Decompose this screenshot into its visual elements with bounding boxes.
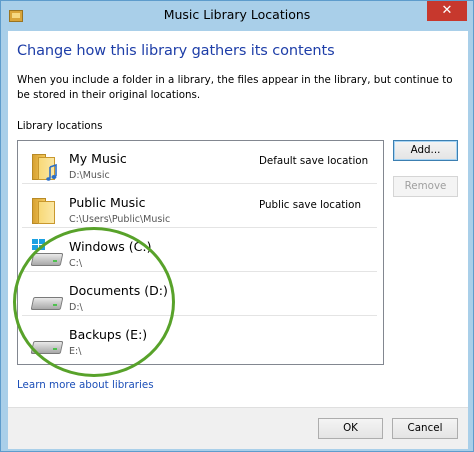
location-name: Public Music	[69, 195, 146, 210]
location-path: C:\Users\Public\Music	[69, 214, 171, 225]
title-bar[interactable]: Music Library Locations ✕	[1, 1, 473, 31]
library-locations-label: Library locations	[17, 120, 103, 132]
window-title: Music Library Locations	[163, 7, 311, 22]
close-button[interactable]: ✕	[427, 1, 467, 21]
dialog-content: Change how this library gathers its cont…	[8, 31, 468, 407]
list-item-backups-e[interactable]: Backups (E:) E:\	[18, 317, 383, 360]
location-path: E:\	[69, 346, 82, 357]
list-item-my-music[interactable]: My Music D:\Music Default save location	[18, 141, 383, 184]
dialog-footer: OK Cancel	[8, 407, 468, 449]
list-item-documents-d[interactable]: Documents (D:) D:\	[18, 273, 383, 316]
location-name: My Music	[69, 151, 127, 166]
location-name: Backups (E:)	[69, 327, 148, 342]
location-name: Documents (D:)	[69, 283, 168, 298]
dialog-heading: Change how this library gathers its cont…	[17, 43, 335, 59]
row-divider	[22, 227, 377, 228]
dialog-window: Music Library Locations ✕ Change how thi…	[0, 0, 474, 452]
location-path: C:\	[69, 258, 83, 269]
cancel-button[interactable]: Cancel	[392, 418, 458, 439]
list-item-windows-c[interactable]: Windows (C:) C:\	[18, 229, 383, 272]
location-save-note: Public save location	[259, 199, 361, 211]
music-folder-icon	[32, 154, 57, 181]
location-save-note: Default save location	[259, 155, 369, 167]
row-divider	[22, 315, 377, 316]
location-name: Windows (C:)	[69, 239, 152, 254]
drive-icon	[30, 337, 64, 355]
drive-icon	[30, 293, 64, 311]
library-locations-list[interactable]: My Music D:\Music Default save location …	[17, 140, 384, 365]
location-path: D:\Music	[69, 170, 110, 181]
learn-more-link[interactable]: Learn more about libraries	[17, 379, 154, 391]
add-button[interactable]: Add...	[393, 140, 458, 161]
location-path: D:\	[69, 302, 83, 313]
list-item-public-music[interactable]: Public Music C:\Users\Public\Music Publi…	[18, 185, 383, 228]
row-divider	[22, 271, 377, 272]
ok-button[interactable]: OK	[318, 418, 383, 439]
dialog-description: When you include a folder in a library, …	[17, 74, 453, 101]
windows-drive-icon	[30, 249, 64, 267]
remove-button[interactable]: Remove	[393, 176, 458, 197]
row-divider	[22, 183, 377, 184]
music-folder-icon	[32, 198, 56, 224]
